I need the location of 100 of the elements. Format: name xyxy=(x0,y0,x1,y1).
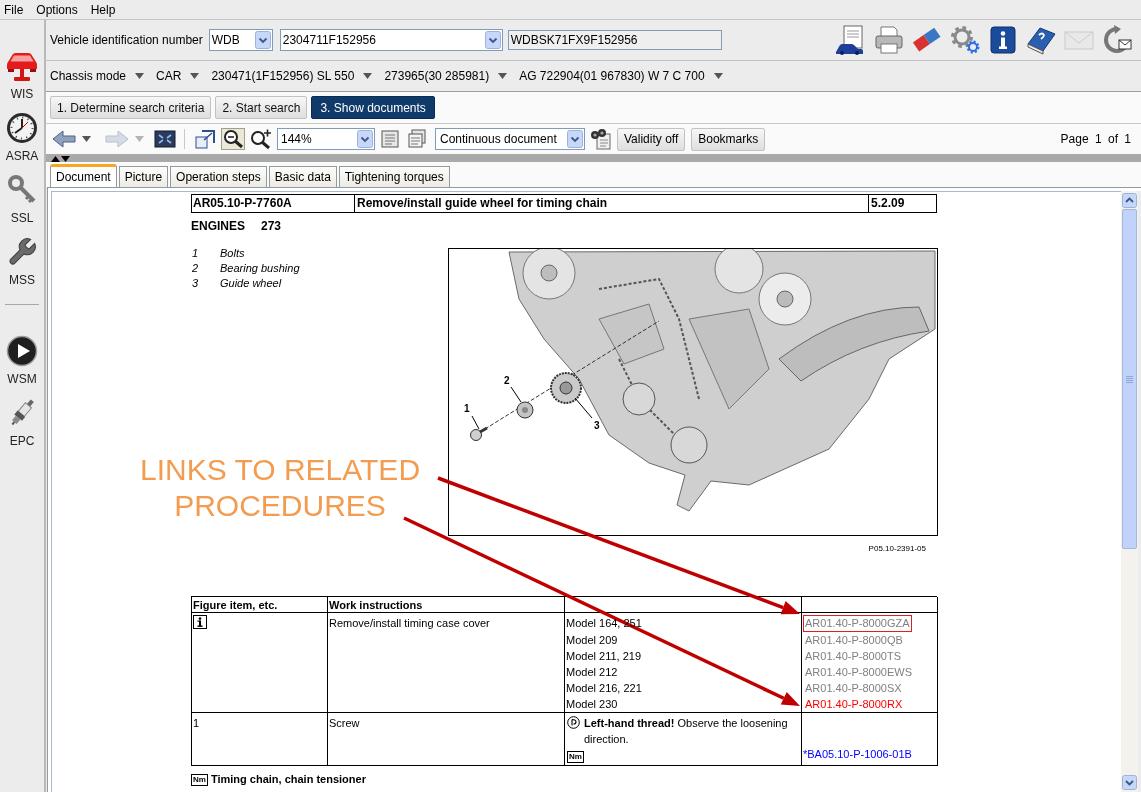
refresh-mail-icon[interactable] xyxy=(1101,25,1133,55)
model-name: Model 209 xyxy=(566,633,618,648)
document-code: AR05.10-P-7760A xyxy=(192,195,293,212)
zoom-dropdown[interactable]: 144% xyxy=(277,128,375,150)
note-text: Left-hand thread! Observe the loosening direction. xyxy=(584,716,789,747)
scroll-thumb[interactable] xyxy=(1122,209,1137,549)
single-page-icon[interactable] xyxy=(380,129,400,149)
item-number: 1 xyxy=(193,717,200,729)
grip-icon xyxy=(1126,375,1133,383)
legend-text: Bolts xyxy=(220,246,245,261)
leader-line xyxy=(574,397,593,419)
multi-page-icon[interactable] xyxy=(407,129,427,149)
scroll-up-button[interactable] xyxy=(1122,193,1137,208)
sidebar-item[interactable]: ASRA xyxy=(1,112,43,163)
chassis-dropdown[interactable]: AG 722904(01 967830) W 7 C 700 xyxy=(519,67,723,85)
vin-number-dropdown[interactable]: 2304711F152956 xyxy=(279,29,503,51)
section-heading: Timing chain, chain tensioner xyxy=(210,773,366,786)
vin-field[interactable]: WDBSK71FX9F152956 xyxy=(507,30,722,50)
torque-symbol: Nm xyxy=(567,751,584,763)
tab[interactable]: Operation steps xyxy=(170,166,267,187)
step-button[interactable]: 2. Start search xyxy=(215,96,308,119)
book-icon[interactable] xyxy=(1025,25,1057,55)
legend-text: Bearing bushing xyxy=(220,261,300,276)
procedure-link[interactable]: AR01.40-P-8000TS xyxy=(803,647,903,665)
back-arrow-icon[interactable] xyxy=(52,129,76,149)
leader-line xyxy=(510,386,522,403)
column-header: Figure item, etc. xyxy=(193,599,278,611)
scrollbar[interactable] xyxy=(1121,191,1138,792)
annotation-text: LINKS TO RELATED PROCEDURES xyxy=(138,452,422,524)
engines-value: 273 xyxy=(261,219,282,233)
sidebar-item[interactable]: SSL xyxy=(1,174,43,225)
caret-icon xyxy=(363,73,373,79)
tab[interactable]: Tightening torques xyxy=(338,166,450,187)
model-name: Model 212 xyxy=(566,665,618,680)
binoculars-icon[interactable] xyxy=(590,128,612,150)
caret-icon xyxy=(190,73,200,79)
toolbar-button[interactable]: Bookmarks xyxy=(691,127,766,151)
tab[interactable]: Document xyxy=(50,164,117,187)
callout-number: 1 xyxy=(464,403,470,414)
document-title: Remove/install guide wheel for timing chain xyxy=(354,195,868,212)
prefix-dropdown[interactable]: WDB xyxy=(208,29,273,51)
sidebar-item[interactable]: MSS xyxy=(1,236,43,287)
chevron-down-icon xyxy=(484,31,501,49)
figure-caption: P05.10-2391-05 xyxy=(868,544,926,554)
procedure-link[interactable]: *BA05.10-P-1006-01B xyxy=(803,746,936,762)
layout-dropdown[interactable]: Continuous document xyxy=(435,128,585,150)
legend-number: 1 xyxy=(191,246,200,261)
menu-item[interactable]: Options xyxy=(36,1,78,18)
procedure-link[interactable]: AR01.40-P-8000SX xyxy=(803,679,904,697)
sidebar-item[interactable]: WSM xyxy=(1,335,43,386)
scroll-down-button[interactable] xyxy=(1122,775,1137,790)
key-icon xyxy=(6,174,38,206)
procedure-link[interactable]: AR01.40-P-8000QB xyxy=(803,631,905,649)
instruction-text: Remove/install timing case cover xyxy=(329,617,490,629)
torque-symbol: Nm xyxy=(191,773,208,786)
tab[interactable]: Basic data xyxy=(268,166,337,187)
sidebar-item[interactable]: WIS xyxy=(1,50,43,101)
wrench-icon xyxy=(6,236,38,268)
model-name: Model 211, 219 xyxy=(566,649,642,664)
legend-number: 3 xyxy=(191,276,200,291)
leader-line xyxy=(471,415,480,430)
tab[interactable]: Picture xyxy=(118,166,169,187)
model-name: Model 164, 251 xyxy=(566,616,642,631)
callout-number: 2 xyxy=(504,375,510,386)
chassis-dropdown[interactable]: Chassis mode xyxy=(50,67,145,85)
engines-label: ENGINES xyxy=(191,219,246,233)
sidebar-item[interactable]: EPC xyxy=(1,397,43,448)
car-lift-icon xyxy=(5,50,39,82)
chassis-dropdown[interactable]: 273965(30 285981) xyxy=(384,67,508,85)
zoom-in-icon[interactable] xyxy=(249,128,273,150)
select-area-icon[interactable] xyxy=(193,128,217,150)
fit-page-icon[interactable] xyxy=(154,129,176,149)
instruction-text: Screw xyxy=(329,717,360,729)
menu-item[interactable]: File xyxy=(4,1,24,18)
caret-icon xyxy=(498,73,508,79)
caret-icon xyxy=(82,136,91,142)
procedure-link[interactable]: AR01.40-P-8000EWS xyxy=(803,663,914,681)
legend-text: Guide wheel xyxy=(220,276,282,291)
procedure-link[interactable]: AR01.40-P-8000RX xyxy=(803,695,905,713)
document-date: 5.2.09 xyxy=(868,195,936,212)
info-icon[interactable] xyxy=(987,25,1019,55)
zoom-out-icon[interactable] xyxy=(221,128,245,150)
clock-icon xyxy=(6,112,38,144)
settings-icon[interactable] xyxy=(949,25,981,55)
caret-icon xyxy=(135,136,144,142)
model-name: Model 230 xyxy=(566,697,618,712)
toolbar-button[interactable]: Validity off xyxy=(617,127,686,151)
chevron-down-icon xyxy=(357,130,373,148)
chassis-dropdown[interactable]: 230471(1F152956) SL 550 xyxy=(211,67,373,85)
chassis-dropdown[interactable]: CAR xyxy=(156,67,200,85)
model-name: Model 216, 221 xyxy=(566,681,642,696)
printer-icon[interactable] xyxy=(873,25,905,55)
step-button[interactable]: 1. Determine search criteria xyxy=(50,96,212,119)
step-button[interactable]: 3. Show documents xyxy=(311,96,435,119)
menu-item[interactable]: Help xyxy=(90,1,116,18)
play-icon xyxy=(6,335,38,367)
procedure-link[interactable]: AR01.40-P-8000GZA xyxy=(803,614,912,632)
caret-icon xyxy=(713,73,723,79)
chevron-down-icon xyxy=(567,130,583,148)
bearing-bushing-drawing xyxy=(516,401,534,419)
